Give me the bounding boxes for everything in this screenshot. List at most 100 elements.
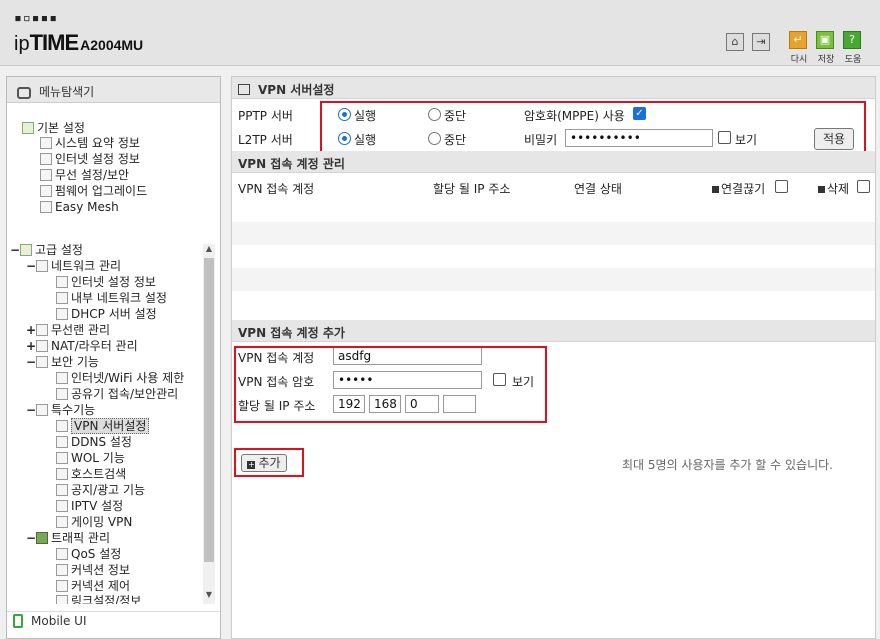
page-icon — [56, 372, 68, 384]
table-row — [232, 291, 875, 314]
monitor-icon — [40, 153, 52, 165]
col-account: VPN 접속 계정 — [238, 182, 315, 196]
page-icon — [56, 452, 68, 464]
tree-network-mgmt[interactable]: − 네트워크 관리 — [26, 259, 121, 274]
vpn-server-header: VPN 서버설정 — [232, 77, 875, 99]
tree-wol[interactable]: WOL 기능 — [56, 451, 125, 466]
table-row — [232, 199, 875, 222]
tree-host-search[interactable]: 호스트검색 — [56, 467, 126, 482]
page-icon — [56, 564, 68, 576]
tree-basic-settings[interactable]: 기본 설정 — [22, 121, 85, 136]
page-icon — [56, 548, 68, 560]
logo-ip: ip — [14, 33, 30, 55]
tree-ddns[interactable]: DDNS 설정 — [56, 435, 132, 450]
folder-icon — [22, 122, 34, 134]
top-header: ▪▫▪▪▪ ipTIME A2004MU ⌂ ⇥ ↵ ▣ ? 다시 저장 도움 — [0, 0, 880, 66]
scroll-down-icon[interactable]: ▼ — [203, 590, 215, 602]
disconnect-all-checkbox[interactable] — [775, 180, 788, 193]
col-delete: 삭제 — [818, 180, 849, 197]
menu-explorer-title: 메뉴탐색기 — [39, 85, 95, 99]
page-icon — [56, 500, 68, 512]
help-icon[interactable]: ? — [843, 31, 861, 49]
save-icon[interactable]: ▣ — [816, 31, 834, 49]
wifi-icon — [40, 169, 52, 181]
page-icon — [56, 516, 68, 528]
tree-firmware-upgrade[interactable]: 펌웨어 업그레이드 — [40, 184, 147, 199]
wifi-icon — [36, 324, 48, 336]
col-status: 연결 상태 — [574, 182, 622, 196]
tree-lan-settings[interactable]: 내부 네트워크 설정 — [56, 291, 167, 306]
lock-icon — [36, 356, 48, 368]
page-icon — [56, 595, 68, 604]
tree-internet-settings[interactable]: 인터넷 설정 정보 — [56, 275, 156, 290]
folder-icon — [20, 244, 32, 256]
mobile-ui-link[interactable]: Mobile UI — [7, 611, 220, 631]
scroll-up-icon[interactable]: ▲ — [203, 244, 215, 256]
page-icon — [56, 436, 68, 448]
highlight-box-addbtn — [234, 448, 304, 477]
table-row — [232, 245, 875, 268]
model-name: A2004MU — [80, 37, 144, 53]
page-icon — [56, 292, 68, 304]
tree-easy-mesh[interactable]: Easy Mesh — [40, 200, 119, 215]
tree-qos[interactable]: QoS 설정 — [56, 547, 121, 562]
minus-icon — [818, 186, 825, 193]
tree-gaming-vpn[interactable]: 게이밍 VPN — [56, 515, 132, 530]
special-icon — [36, 404, 48, 416]
network-icon — [36, 260, 48, 272]
max-users-note: 최대 5명의 사용자를 추가 할 수 있습니다. — [622, 458, 833, 472]
upgrade-icon — [40, 185, 52, 197]
page-icon — [56, 468, 68, 480]
save-label: 저장 — [817, 55, 835, 65]
page-icon — [56, 420, 68, 432]
l2tp-label: L2TP 서버 — [238, 133, 293, 147]
col-ip: 할당 될 IP 주소 — [433, 182, 511, 196]
router-icon — [36, 340, 48, 352]
mesh-icon — [40, 201, 52, 213]
table-row — [232, 268, 875, 291]
tree-special[interactable]: − 특수기능 — [26, 403, 95, 418]
chart-icon — [40, 137, 52, 149]
tree-traffic[interactable]: − 트래픽 관리 — [26, 531, 110, 546]
tree-advanced-settings[interactable]: − 고급 설정 — [10, 243, 83, 258]
add-account-header: VPN 접속 계정 추가 — [232, 320, 875, 342]
tree-iptv[interactable]: IPTV 설정 — [56, 499, 123, 514]
tree-internet-info[interactable]: 인터넷 설정 정보 — [40, 152, 140, 167]
page-icon — [56, 388, 68, 400]
table-row — [232, 222, 875, 245]
tree-wireless-mgmt[interactable]: + 무선랜 관리 — [26, 323, 110, 338]
tree-system-summary[interactable]: 시스템 요약 정보 — [40, 136, 140, 151]
tree-security[interactable]: − 보안 기능 — [26, 355, 99, 370]
logout-icon[interactable]: ⇥ — [752, 33, 770, 51]
tree-access-limit[interactable]: 인터넷/WiFi 사용 제한 — [56, 371, 184, 386]
window-icon — [238, 84, 250, 95]
iptime-logo: ipTIME A2004MU — [14, 30, 143, 56]
page-icon — [56, 580, 68, 592]
tree-admin-security[interactable]: 공유기 접속/보안관리 — [56, 387, 178, 402]
page-icon — [56, 308, 68, 320]
tree-link-settings[interactable]: 링크설정/정보 — [56, 594, 141, 604]
tree-vpn-server[interactable]: VPN 서버설정 — [56, 418, 150, 434]
tree-nat-router[interactable]: + NAT/라우터 관리 — [26, 339, 138, 354]
magnifier-icon — [17, 86, 31, 99]
tree-connection-control[interactable]: 커넥션 제어 — [56, 579, 130, 594]
accounts-header: VPN 접속 계정 관리 — [232, 151, 875, 173]
traffic-icon — [36, 532, 48, 544]
home-icon[interactable]: ⌂ — [726, 33, 744, 51]
delete-all-checkbox[interactable] — [857, 180, 870, 193]
pptp-label: PPTP 서버 — [238, 109, 293, 123]
tree-connection-info[interactable]: 커넥션 정보 — [56, 563, 130, 578]
minus-icon — [712, 186, 719, 193]
undo-icon[interactable]: ↵ — [789, 31, 807, 49]
scroll-thumb[interactable] — [204, 258, 214, 562]
page-icon — [56, 276, 68, 288]
help-label: 도움 — [844, 55, 862, 65]
menu-explorer-header: 메뉴탐색기 — [7, 77, 220, 103]
phone-icon — [13, 614, 23, 628]
page-icon — [56, 484, 68, 496]
logo-dots: ▪▫▪▪▪ — [14, 11, 59, 26]
tree-wireless-security[interactable]: 무선 설정/보안 — [40, 168, 129, 183]
highlight-box-add — [234, 346, 547, 423]
tree-notice-ad[interactable]: 공지/광고 기능 — [56, 483, 145, 498]
tree-dhcp-settings[interactable]: DHCP 서버 설정 — [56, 307, 157, 322]
